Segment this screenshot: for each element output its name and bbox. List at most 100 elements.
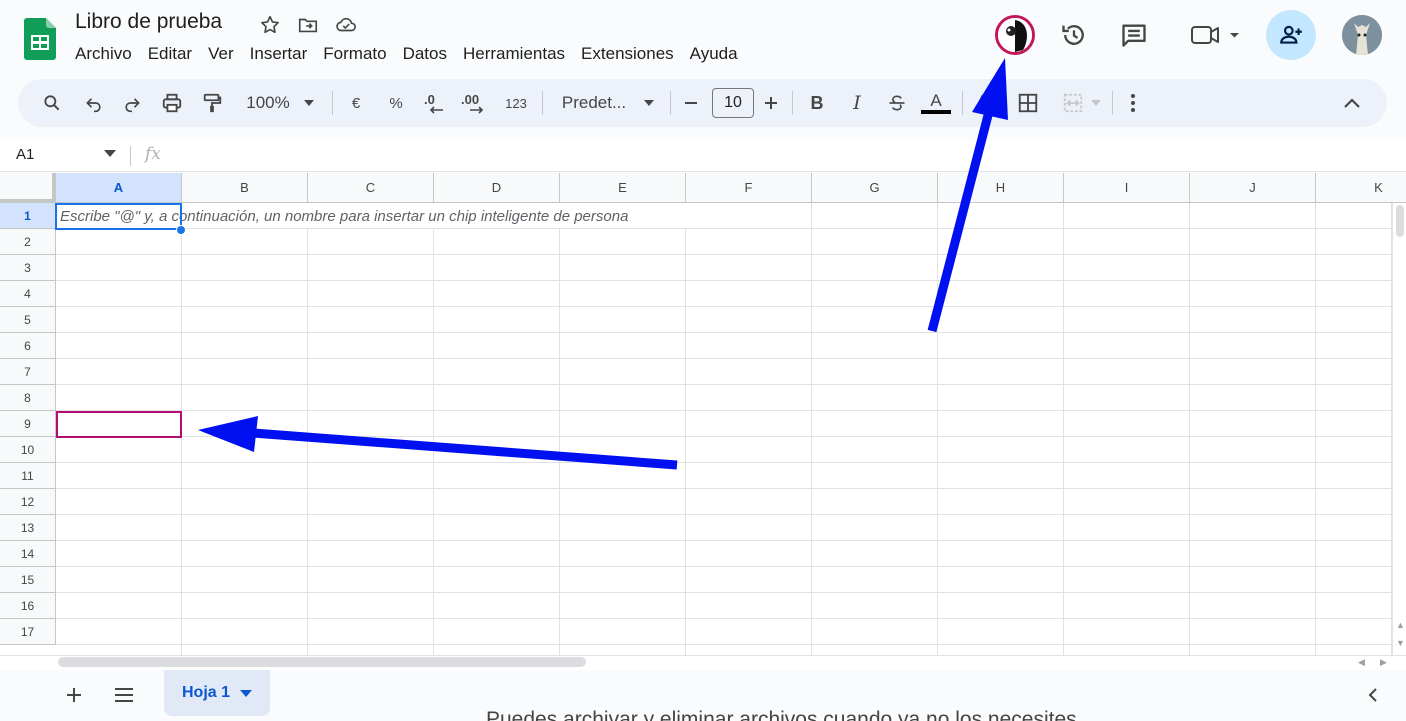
meet-icon[interactable] (1186, 14, 1242, 56)
vertical-scrollbar[interactable] (1392, 203, 1406, 655)
column-gridline (307, 229, 308, 655)
strikethrough-icon[interactable] (884, 79, 910, 127)
horizontal-scroll-thumb[interactable] (58, 657, 586, 667)
menu-formato[interactable]: Formato (315, 42, 394, 68)
menu-ver[interactable]: Ver (200, 42, 242, 68)
column-gridline (685, 229, 686, 655)
column-header-k[interactable]: K (1316, 173, 1406, 203)
bold-button[interactable]: B (804, 79, 830, 127)
fill-handle[interactable] (176, 225, 186, 235)
decrease-font-size-button[interactable] (680, 79, 702, 127)
italic-button[interactable]: I (844, 79, 870, 127)
borders-icon[interactable] (1014, 79, 1042, 127)
column-header-b[interactable]: B (182, 173, 308, 203)
row-header-1[interactable]: 1 (0, 203, 56, 229)
row-header-5[interactable]: 5 (0, 307, 56, 333)
row-header-17[interactable]: 17 (0, 619, 56, 645)
sheet-tab-hoja-1[interactable]: Hoja 1 (164, 670, 270, 716)
name-box[interactable]: A1 (16, 146, 34, 163)
select-all-corner[interactable] (0, 173, 56, 203)
active-cell-a1[interactable] (55, 203, 182, 230)
more-formats-button[interactable]: 123 (500, 79, 532, 127)
collaborator-cursor-a9[interactable] (56, 411, 182, 438)
row-header-3[interactable]: 3 (0, 255, 56, 281)
star-icon[interactable] (258, 13, 282, 37)
column-header-c[interactable]: C (308, 173, 434, 203)
row-header-13[interactable]: 13 (0, 515, 56, 541)
increase-font-size-button[interactable] (760, 79, 782, 127)
scroll-up-icon[interactable]: ▲ (1396, 620, 1405, 630)
scroll-right-icon[interactable]: ▶ (1380, 657, 1387, 668)
row-header-4[interactable]: 4 (0, 281, 56, 307)
row-header-15[interactable]: 15 (0, 567, 56, 593)
scroll-left-icon[interactable]: ◀ (1358, 657, 1365, 668)
vertical-scroll-thumb[interactable] (1396, 205, 1404, 237)
add-sheet-icon[interactable] (61, 682, 87, 708)
currency-format-button[interactable]: € (344, 79, 368, 127)
menu-archivo[interactable]: Archivo (67, 42, 140, 68)
cloud-saved-icon[interactable] (334, 13, 358, 37)
redo-icon[interactable] (118, 79, 146, 127)
row-header-14[interactable]: 14 (0, 541, 56, 567)
spreadsheet-grid[interactable]: A B C D E F G H I J K 1 2 3 4 5 6 7 8 9 10 11 12 13 14 15 16 17 Escr… (0, 173, 1406, 655)
scroll-down-icon[interactable]: ▼ (1396, 638, 1405, 648)
row-header-16[interactable]: 16 (0, 593, 56, 619)
comments-icon[interactable] (1116, 14, 1152, 56)
row-header-6[interactable]: 6 (0, 333, 56, 359)
row-header-8[interactable]: 8 (0, 385, 56, 411)
zoom-select[interactable]: 100% (236, 79, 324, 127)
all-sheets-menu-icon[interactable] (111, 682, 137, 708)
search-menus-icon[interactable] (38, 79, 66, 127)
version-history-icon[interactable] (1056, 14, 1092, 56)
row-header-12[interactable]: 12 (0, 489, 56, 515)
print-icon[interactable] (158, 79, 186, 127)
column-header-j[interactable]: J (1190, 173, 1316, 203)
undo-icon[interactable] (80, 79, 108, 127)
row-header-11[interactable]: 11 (0, 463, 56, 489)
row-gridline (56, 488, 1392, 489)
decrease-decimals-label: .0 (424, 92, 435, 107)
move-to-folder-icon[interactable] (296, 13, 320, 37)
share-button[interactable] (1266, 10, 1316, 60)
menu-herramientas[interactable]: Herramientas (455, 42, 573, 68)
sheets-logo-icon[interactable] (24, 18, 56, 60)
fill-color-icon[interactable] (974, 79, 1000, 127)
column-header-a[interactable]: A (56, 173, 182, 203)
menu-insertar[interactable]: Insertar (242, 42, 316, 68)
document-title[interactable]: Libro de prueba (75, 10, 222, 34)
column-header-f[interactable]: F (686, 173, 812, 203)
toolbar-divider (542, 91, 543, 115)
row-gridline (56, 358, 1392, 359)
menu-editar[interactable]: Editar (140, 42, 200, 68)
chevron-down-icon[interactable] (240, 689, 252, 697)
font-select[interactable]: Predet... (556, 79, 660, 127)
column-header-g[interactable]: G (812, 173, 938, 203)
percent-format-button[interactable]: % (384, 79, 408, 127)
chevron-down-icon[interactable] (104, 150, 116, 157)
column-header-d[interactable]: D (434, 173, 560, 203)
decrease-decimals-button[interactable]: .0 (422, 79, 450, 127)
explore-chevron-left-icon[interactable] (1360, 682, 1386, 708)
menu-ayuda[interactable]: Ayuda (682, 42, 746, 68)
increase-decimals-button[interactable]: .00 (460, 79, 490, 127)
text-color-swatch (921, 110, 951, 114)
row-header-9[interactable]: 9 (0, 411, 56, 437)
column-header-h[interactable]: H (938, 173, 1064, 203)
collaborator-avatar[interactable] (994, 14, 1036, 56)
hide-menus-chevron-up-icon[interactable] (1338, 79, 1366, 127)
row-header-10[interactable]: 10 (0, 437, 56, 463)
menu-extensiones[interactable]: Extensiones (573, 42, 682, 68)
user-avatar[interactable] (1341, 14, 1383, 56)
paint-format-icon[interactable] (198, 79, 226, 127)
more-options-icon[interactable] (1122, 79, 1144, 127)
menu-bar: Archivo Editar Ver Insertar Formato Dato… (67, 42, 746, 68)
row-header-7[interactable]: 7 (0, 359, 56, 385)
menu-datos[interactable]: Datos (395, 42, 455, 68)
font-size-input[interactable]: 10 (712, 88, 754, 118)
text-color-button[interactable]: A (920, 79, 952, 127)
column-gridline (811, 203, 812, 655)
merge-cells-icon[interactable] (1056, 79, 1106, 127)
column-header-e[interactable]: E (560, 173, 686, 203)
row-header-2[interactable]: 2 (0, 229, 56, 255)
column-header-i[interactable]: I (1064, 173, 1190, 203)
